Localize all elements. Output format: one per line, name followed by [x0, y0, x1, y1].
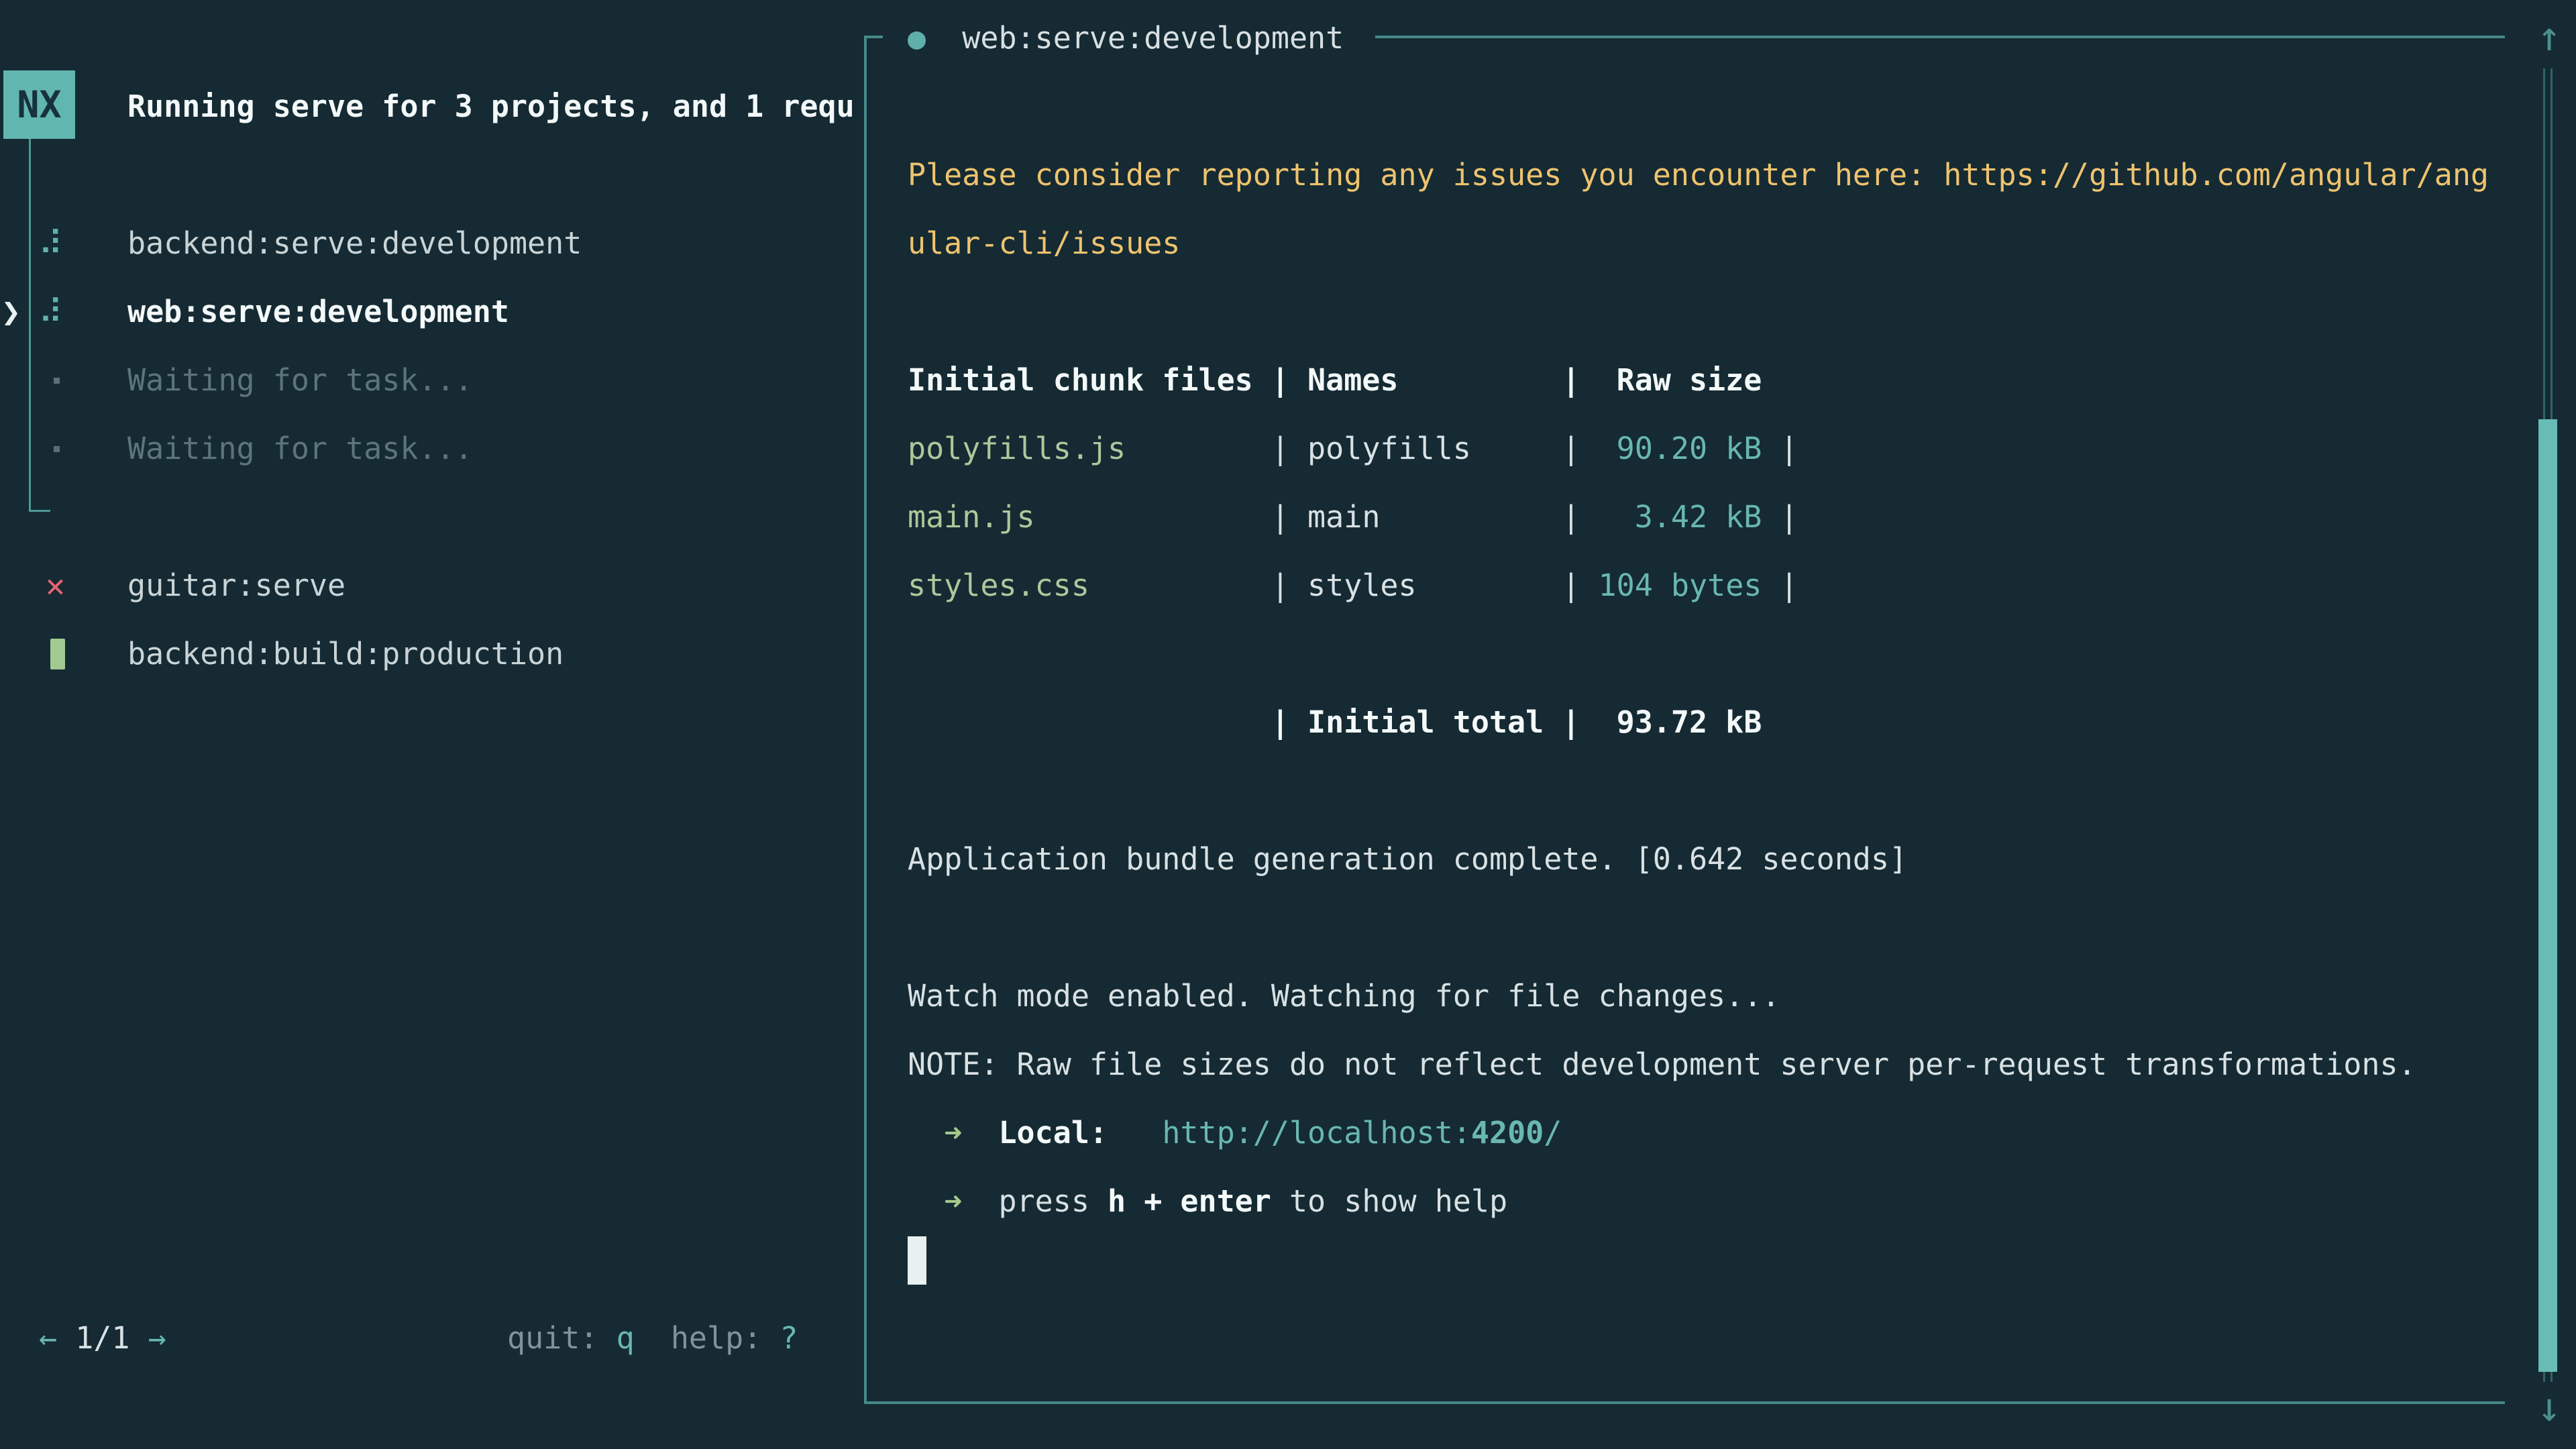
selection-caret-icon: ❯: [1, 278, 21, 346]
task-label: Waiting for task...: [127, 415, 473, 483]
bundle-complete-line: Application bundle generation complete. …: [908, 825, 1907, 894]
issue-report-line-2: ular-cli/issues: [908, 209, 1180, 278]
task-label: guitar:serve: [127, 551, 345, 620]
arrow-icon: ➜: [944, 1183, 962, 1219]
pager-left-arrow[interactable]: ←: [39, 1320, 57, 1356]
local-url-port[interactable]: 4200: [1471, 1115, 1544, 1150]
task-waiting-icon: [54, 378, 60, 384]
task-waiting-icon: [54, 446, 60, 452]
task-label: web:serve:development: [127, 278, 509, 346]
quit-label: quit:: [507, 1320, 616, 1356]
task-label: backend:serve:development: [127, 209, 582, 278]
chunk-table-row-main: main.js | main | 3.42 kB |: [908, 483, 1799, 551]
spinner-icon: ⠼: [38, 209, 63, 278]
task-row[interactable]: ✕ guitar:serve: [0, 551, 864, 620]
scroll-up-icon[interactable]: ↑: [2529, 17, 2569, 57]
panel-border-top-stub: [864, 36, 883, 38]
pager: ← 1/1 →: [39, 1304, 166, 1373]
task-row[interactable]: ❯⠼ web:serve:development: [0, 278, 864, 346]
task-row[interactable]: Waiting for task...: [0, 415, 864, 483]
quit-key: q: [616, 1320, 635, 1356]
local-url-line: ➜ Local: http://localhost:4200/: [908, 1099, 1562, 1167]
task-success-icon: [50, 639, 65, 669]
chunk-table-row-polyfills: polyfills.js | polyfills | 90.20 kB |: [908, 415, 1799, 483]
watch-mode-line: Watch mode enabled. Watching for file ch…: [908, 962, 1780, 1030]
task-row[interactable]: Waiting for task...: [0, 346, 864, 415]
terminal-cursor: [908, 1236, 926, 1285]
pager-position: 1/1: [57, 1320, 148, 1356]
chunk-table-header: Initial chunk files | Names | Raw size: [908, 346, 1762, 415]
task-label: backend:build:production: [127, 620, 564, 688]
chunk-table-row-styles: styles.css | styles | 104 bytes |: [908, 551, 1799, 620]
sidebar-title: Running serve for 3 projects, and 1 requ: [127, 72, 855, 141]
panel-border-bottom: [864, 1401, 2505, 1404]
scroll-down-icon[interactable]: ↓: [2529, 1387, 2569, 1428]
pager-right-arrow[interactable]: →: [148, 1320, 166, 1356]
task-row[interactable]: backend:build:production: [0, 620, 864, 688]
task-failed-icon: ✕: [46, 551, 65, 620]
panel-title: ● web:serve:development: [908, 4, 1344, 72]
issue-report-line-1: Please consider reporting any issues you…: [908, 141, 2489, 209]
task-tree-corner: [29, 510, 50, 512]
status-dot-icon: ●: [908, 20, 926, 56]
spinner-icon: ⠼: [38, 278, 63, 346]
keyboard-hints: quit: q help: ?: [507, 1304, 798, 1373]
task-label: Waiting for task...: [127, 346, 473, 415]
nx-logo: NX: [3, 70, 75, 139]
local-url[interactable]: http://localhost:: [1162, 1115, 1471, 1150]
task-sidebar: NX Running serve for 3 projects, and 1 r…: [0, 0, 864, 1449]
scrollbar-thumb[interactable]: [2538, 419, 2557, 1372]
panel-border-left: [864, 36, 867, 1404]
help-label: help:: [635, 1320, 780, 1356]
chunk-table-total: | Initial total | 93.72 kB: [908, 688, 1762, 757]
arrow-icon: ➜: [944, 1115, 962, 1150]
task-row[interactable]: ⠼ backend:serve:development: [0, 209, 864, 278]
panel-title-text: web:serve:development: [962, 20, 1344, 56]
help-hint-line: ➜ press h + enter to show help: [908, 1167, 1507, 1236]
panel-border-top: [1375, 36, 2505, 38]
note-line: NOTE: Raw file sizes do not reflect deve…: [908, 1030, 2416, 1099]
help-key: ?: [780, 1320, 798, 1356]
